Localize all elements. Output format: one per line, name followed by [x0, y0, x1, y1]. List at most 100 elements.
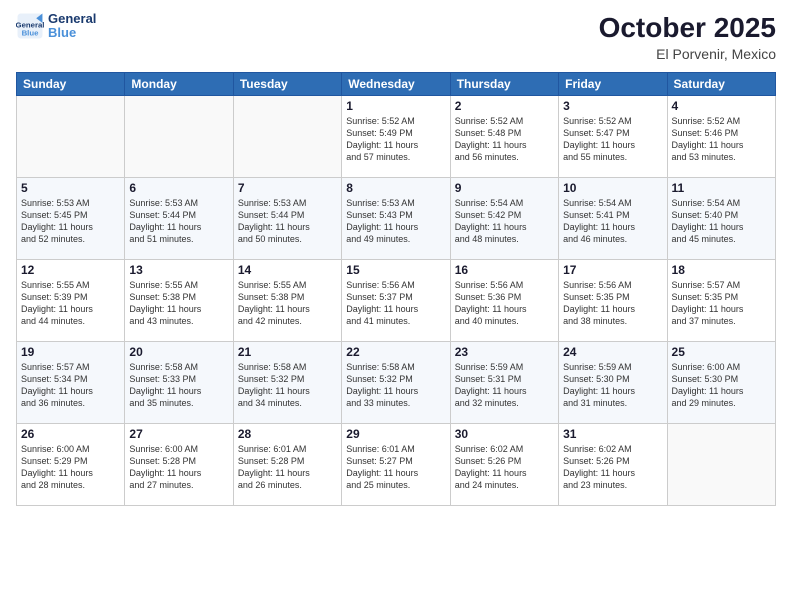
- month-title: October 2025: [599, 12, 776, 44]
- day-info: Sunrise: 5:58 AM Sunset: 5:32 PM Dayligh…: [238, 361, 337, 410]
- day-info: Sunrise: 6:01 AM Sunset: 5:27 PM Dayligh…: [346, 443, 445, 492]
- calendar-cell: 20 Sunrise: 5:58 AM Sunset: 5:33 PM Dayli…: [125, 342, 233, 424]
- day-info: Sunrise: 5:56 AM Sunset: 5:37 PM Dayligh…: [346, 279, 445, 328]
- calendar-cell: 13 Sunrise: 5:55 AM Sunset: 5:38 PM Dayli…: [125, 260, 233, 342]
- day-info: Sunrise: 5:59 AM Sunset: 5:30 PM Dayligh…: [563, 361, 662, 410]
- day-info: Sunrise: 5:59 AM Sunset: 5:31 PM Dayligh…: [455, 361, 554, 410]
- day-info: Sunrise: 5:57 AM Sunset: 5:35 PM Dayligh…: [672, 279, 771, 328]
- calendar-cell: [125, 96, 233, 178]
- day-number: 1: [346, 99, 445, 113]
- day-info: Sunrise: 6:00 AM Sunset: 5:29 PM Dayligh…: [21, 443, 120, 492]
- day-info: Sunrise: 6:02 AM Sunset: 5:26 PM Dayligh…: [455, 443, 554, 492]
- day-number: 14: [238, 263, 337, 277]
- calendar-cell: 28Sunrise: 6:01 AM Sunset: 5:28 PM Dayli…: [233, 424, 341, 506]
- calendar-cell: 12 Sunrise: 5:55 AM Sunset: 5:39 PM Dayli…: [17, 260, 125, 342]
- day-info: Sunrise: 5:52 AM Sunset: 5:47 PM Dayligh…: [563, 115, 662, 164]
- day-info: Sunrise: 5:53 AM Sunset: 5:43 PM Dayligh…: [346, 197, 445, 246]
- logo-text-general: General: [48, 12, 96, 26]
- calendar-cell: 4 Sunrise: 5:52 AM Sunset: 5:46 PM Daylig…: [667, 96, 775, 178]
- day-info: Sunrise: 5:52 AM Sunset: 5:49 PM Dayligh…: [346, 115, 445, 164]
- day-info: Sunrise: 5:57 AM Sunset: 5:34 PM Dayligh…: [21, 361, 120, 410]
- day-info: Sunrise: 5:53 AM Sunset: 5:44 PM Dayligh…: [238, 197, 337, 246]
- calendar-week-row: 12 Sunrise: 5:55 AM Sunset: 5:39 PM Dayli…: [17, 260, 776, 342]
- day-info: Sunrise: 5:54 AM Sunset: 5:40 PM Dayligh…: [672, 197, 771, 246]
- day-number: 16: [455, 263, 554, 277]
- day-number: 7: [238, 181, 337, 195]
- calendar-cell: 9 Sunrise: 5:54 AM Sunset: 5:42 PM Daylig…: [450, 178, 558, 260]
- day-info: Sunrise: 5:53 AM Sunset: 5:45 PM Dayligh…: [21, 197, 120, 246]
- calendar-cell: 7 Sunrise: 5:53 AM Sunset: 5:44 PM Daylig…: [233, 178, 341, 260]
- day-number: 30: [455, 427, 554, 441]
- day-number: 2: [455, 99, 554, 113]
- weekday-header-wednesday: Wednesday: [342, 73, 450, 96]
- calendar-cell: 29 Sunrise: 6:01 AM Sunset: 5:27 PM Dayli…: [342, 424, 450, 506]
- calendar-cell: 1 Sunrise: 5:52 AM Sunset: 5:49 PM Daylig…: [342, 96, 450, 178]
- day-info: Sunrise: 5:55 AM Sunset: 5:38 PM Dayligh…: [129, 279, 228, 328]
- day-info: Sunrise: 6:00 AM Sunset: 5:30 PM Dayligh…: [672, 361, 771, 410]
- day-number: 22: [346, 345, 445, 359]
- day-info: Sunrise: 6:00 AM Sunset: 5:28 PM Dayligh…: [129, 443, 228, 492]
- calendar-week-row: 1 Sunrise: 5:52 AM Sunset: 5:49 PM Daylig…: [17, 96, 776, 178]
- day-number: 18: [672, 263, 771, 277]
- location-subtitle: El Porvenir, Mexico: [599, 46, 776, 62]
- day-number: 23: [455, 345, 554, 359]
- calendar-cell: 15 Sunrise: 5:56 AM Sunset: 5:37 PM Dayli…: [342, 260, 450, 342]
- day-number: 25: [672, 345, 771, 359]
- day-info: Sunrise: 5:56 AM Sunset: 5:35 PM Dayligh…: [563, 279, 662, 328]
- calendar-cell: [17, 96, 125, 178]
- calendar-cell: 3 Sunrise: 5:52 AM Sunset: 5:47 PM Daylig…: [559, 96, 667, 178]
- title-block: October 2025 El Porvenir, Mexico: [599, 12, 776, 62]
- day-info: Sunrise: 5:53 AM Sunset: 5:44 PM Dayligh…: [129, 197, 228, 246]
- page-header: General Blue General Blue October 2025 E…: [16, 12, 776, 62]
- calendar-cell: 25 Sunrise: 6:00 AM Sunset: 5:30 PM Dayli…: [667, 342, 775, 424]
- day-number: 21: [238, 345, 337, 359]
- day-info: Sunrise: 5:56 AM Sunset: 5:36 PM Dayligh…: [455, 279, 554, 328]
- day-number: 29: [346, 427, 445, 441]
- day-info: Sunrise: 5:58 AM Sunset: 5:33 PM Dayligh…: [129, 361, 228, 410]
- calendar-cell: 6 Sunrise: 5:53 AM Sunset: 5:44 PM Daylig…: [125, 178, 233, 260]
- day-number: 19: [21, 345, 120, 359]
- calendar-cell: 21 Sunrise: 5:58 AM Sunset: 5:32 PM Dayli…: [233, 342, 341, 424]
- day-number: 13: [129, 263, 228, 277]
- calendar-cell: [667, 424, 775, 506]
- weekday-header-sunday: Sunday: [17, 73, 125, 96]
- weekday-header-monday: Monday: [125, 73, 233, 96]
- day-number: 15: [346, 263, 445, 277]
- day-number: 4: [672, 99, 771, 113]
- calendar-cell: 22Sunrise: 5:58 AM Sunset: 5:32 PM Dayli…: [342, 342, 450, 424]
- day-number: 28: [238, 427, 337, 441]
- day-number: 11: [672, 181, 771, 195]
- day-number: 20: [129, 345, 228, 359]
- calendar-cell: 11 Sunrise: 5:54 AM Sunset: 5:40 PM Dayli…: [667, 178, 775, 260]
- calendar-cell: 2 Sunrise: 5:52 AM Sunset: 5:48 PM Daylig…: [450, 96, 558, 178]
- day-info: Sunrise: 5:54 AM Sunset: 5:42 PM Dayligh…: [455, 197, 554, 246]
- day-number: 9: [455, 181, 554, 195]
- calendar-cell: 30 Sunrise: 6:02 AM Sunset: 5:26 PM Dayli…: [450, 424, 558, 506]
- day-info: Sunrise: 5:54 AM Sunset: 5:41 PM Dayligh…: [563, 197, 662, 246]
- calendar-cell: 19 Sunrise: 5:57 AM Sunset: 5:34 PM Dayli…: [17, 342, 125, 424]
- calendar-cell: 17Sunrise: 5:56 AM Sunset: 5:35 PM Dayli…: [559, 260, 667, 342]
- calendar-cell: 5 Sunrise: 5:53 AM Sunset: 5:45 PM Daylig…: [17, 178, 125, 260]
- calendar-week-row: 26Sunrise: 6:00 AM Sunset: 5:29 PM Dayli…: [17, 424, 776, 506]
- day-info: Sunrise: 5:52 AM Sunset: 5:46 PM Dayligh…: [672, 115, 771, 164]
- day-info: Sunrise: 5:52 AM Sunset: 5:48 PM Dayligh…: [455, 115, 554, 164]
- day-number: 10: [563, 181, 662, 195]
- logo-text-blue: Blue: [48, 26, 96, 40]
- calendar-cell: 18 Sunrise: 5:57 AM Sunset: 5:35 PM Dayli…: [667, 260, 775, 342]
- day-number: 3: [563, 99, 662, 113]
- day-info: Sunrise: 5:55 AM Sunset: 5:39 PM Dayligh…: [21, 279, 120, 328]
- day-info: Sunrise: 6:02 AM Sunset: 5:26 PM Dayligh…: [563, 443, 662, 492]
- day-number: 6: [129, 181, 228, 195]
- day-number: 12: [21, 263, 120, 277]
- calendar-cell: 26Sunrise: 6:00 AM Sunset: 5:29 PM Dayli…: [17, 424, 125, 506]
- day-info: Sunrise: 5:55 AM Sunset: 5:38 PM Dayligh…: [238, 279, 337, 328]
- calendar-cell: 27 Sunrise: 6:00 AM Sunset: 5:28 PM Dayli…: [125, 424, 233, 506]
- day-number: 5: [21, 181, 120, 195]
- calendar-week-row: 5 Sunrise: 5:53 AM Sunset: 5:45 PM Daylig…: [17, 178, 776, 260]
- weekday-header-row: SundayMondayTuesdayWednesdayThursdayFrid…: [17, 73, 776, 96]
- day-number: 27: [129, 427, 228, 441]
- day-number: 24: [563, 345, 662, 359]
- logo-icon: General Blue: [16, 12, 44, 40]
- weekday-header-tuesday: Tuesday: [233, 73, 341, 96]
- weekday-header-thursday: Thursday: [450, 73, 558, 96]
